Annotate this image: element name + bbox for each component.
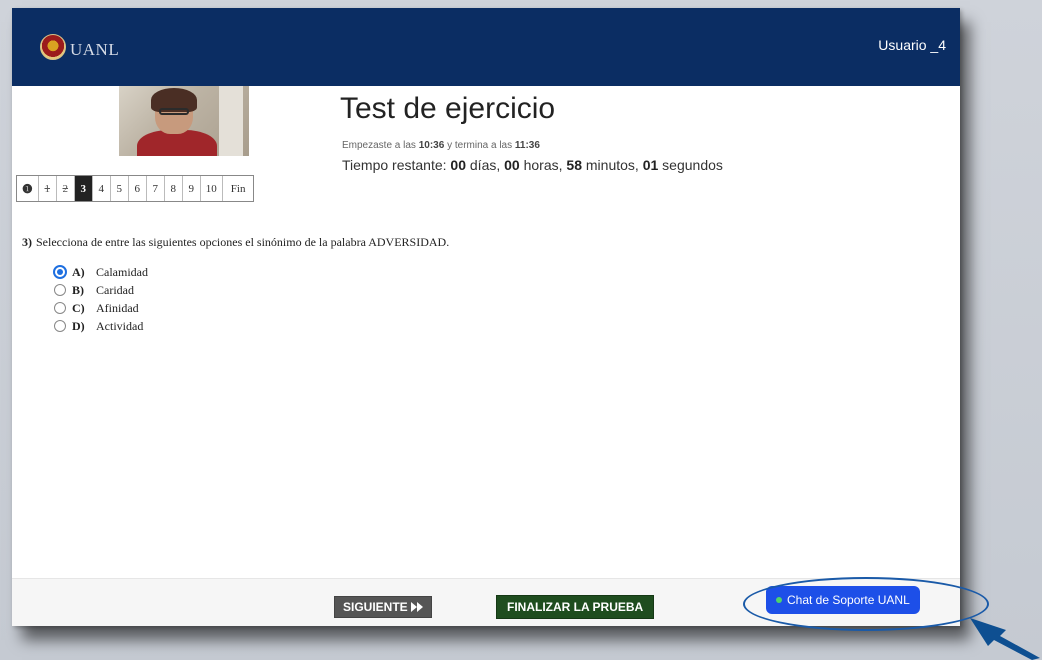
option-c[interactable]: C) Afinidad (54, 299, 148, 317)
nav-question-5[interactable]: 5 (111, 176, 129, 201)
nav-question-7[interactable]: 7 (147, 176, 165, 201)
minutes-value: 58 (566, 157, 582, 173)
question-navigator: ❶ 1 2 3 4 5 6 7 8 9 10 Fin (16, 175, 255, 202)
nav-question-9[interactable]: 9 (183, 176, 201, 201)
option-label: Caridad (96, 282, 134, 297)
days-value: 00 (450, 157, 466, 173)
fast-forward-icon (410, 602, 423, 612)
minutes-label: minutos, (585, 157, 639, 173)
info-icon[interactable]: ❶ (17, 176, 39, 201)
option-letter: B) (72, 282, 84, 297)
question-number: 3) (22, 235, 32, 249)
username[interactable]: Usuario _4 (878, 37, 946, 53)
radio-icon[interactable] (54, 284, 66, 296)
time-remaining: Tiempo restante: 00 días, 00 horas, 58 m… (342, 157, 723, 173)
option-d[interactable]: D) Actividad (54, 317, 148, 335)
answer-options: A) Calamidad B) Caridad C) Afinidad D) A… (53, 263, 148, 335)
webcam-preview (119, 86, 249, 156)
option-letter: D) (72, 318, 85, 333)
radio-icon[interactable] (54, 302, 66, 314)
option-letter: C) (72, 300, 85, 315)
highlight-ellipse (743, 577, 989, 631)
start-end-info: Empezaste a las 10:36 y termina a las 11… (342, 140, 540, 151)
nav-question-4[interactable]: 4 (93, 176, 111, 201)
hours-value: 00 (504, 157, 520, 173)
days-label: días, (469, 157, 501, 173)
webcam-person-glasses (159, 108, 189, 115)
crest-icon (40, 34, 66, 60)
nav-question-3[interactable]: 3 (74, 176, 93, 201)
question-body: Selecciona de entre las siguientes opcio… (36, 235, 450, 249)
question-text: 3) Selecciona de entre las siguientes opc… (22, 235, 449, 250)
option-label: Calamidad (96, 264, 148, 279)
seconds-label: segundos (662, 157, 723, 173)
nav-question-10[interactable]: 10 (201, 176, 223, 201)
nav-question-1[interactable]: 1 (39, 176, 57, 201)
hours-label: horas, (523, 157, 563, 173)
finish-test-button[interactable]: FINALIZAR LA PRUEBA (496, 595, 655, 619)
nav-question-6[interactable]: 6 (129, 176, 147, 201)
next-button[interactable]: SIGUIENTE (334, 596, 432, 618)
next-label: SIGUIENTE (343, 600, 408, 614)
end-time: 11:36 (514, 140, 540, 151)
radio-selected-icon[interactable] (53, 265, 67, 279)
nav-fin[interactable]: Fin (223, 176, 254, 201)
nav-question-8[interactable]: 8 (165, 176, 183, 201)
option-letter: A) (72, 264, 85, 279)
start-time: 10:36 (418, 140, 445, 151)
started-middle: y termina a las (447, 140, 513, 151)
exam-window: UANL Usuario _4 Test de ejercicio Empeza… (12, 8, 960, 626)
logo-text: UANL (70, 40, 120, 59)
uanl-logo[interactable]: UANL (40, 30, 119, 64)
option-label: Afinidad (96, 300, 139, 315)
top-bar: UANL Usuario _4 (12, 8, 960, 86)
remaining-label: Tiempo restante: (342, 157, 447, 173)
option-label: Actividad (96, 318, 144, 333)
radio-icon[interactable] (54, 320, 66, 332)
webcam-background-door (219, 86, 243, 156)
option-a[interactable]: A) Calamidad (53, 263, 148, 281)
nav-question-2[interactable]: 2 (57, 176, 75, 201)
started-prefix: Empezaste a las (342, 140, 416, 151)
page-title: Test de ejercicio (340, 92, 556, 125)
option-b[interactable]: B) Caridad (54, 281, 148, 299)
seconds-value: 01 (642, 157, 659, 173)
pointer-arrow-icon (970, 618, 1040, 660)
